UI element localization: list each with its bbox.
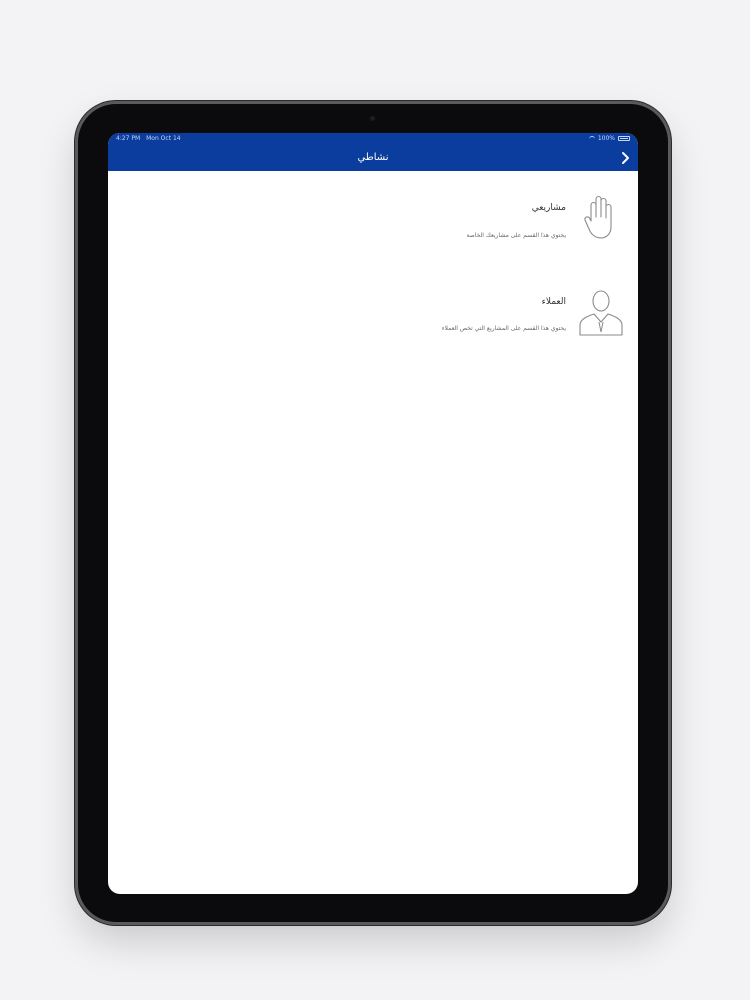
item-title: العملاء bbox=[541, 297, 566, 307]
battery-icon bbox=[618, 136, 630, 141]
status-time: 4:27 PM bbox=[116, 135, 141, 142]
list-item-my-projects[interactable]: مشاريعي يحتوي هذا القسم على مشاريعك الخا… bbox=[108, 193, 638, 263]
status-date: Mon Oct 14 bbox=[146, 135, 181, 142]
chevron-right-icon bbox=[622, 152, 629, 164]
item-description: يحتوي هذا القسم على المشاريع التي تخص ال… bbox=[441, 325, 566, 332]
battery-percent: 100% bbox=[597, 135, 615, 142]
item-title: مشاريعي bbox=[531, 203, 566, 213]
hand-icon bbox=[584, 193, 618, 247]
back-button[interactable] bbox=[616, 149, 634, 167]
navigation-bar: نشاطي bbox=[108, 145, 638, 171]
camera-dot bbox=[370, 116, 375, 121]
wifi-icon bbox=[588, 136, 595, 141]
page-title: نشاطي bbox=[357, 152, 389, 163]
status-bar: 4:27 PM Mon Oct 14 100% bbox=[108, 133, 638, 145]
list-item-clients[interactable]: العملاء يحتوي هذا القسم على المشاريع الت… bbox=[108, 285, 638, 355]
app-screen: 4:27 PM Mon Oct 14 100% نشاطي مشاريعي يح… bbox=[108, 133, 638, 894]
person-icon bbox=[578, 287, 624, 341]
item-description: يحتوي هذا القسم على مشاريعك الخاصة bbox=[466, 232, 566, 239]
